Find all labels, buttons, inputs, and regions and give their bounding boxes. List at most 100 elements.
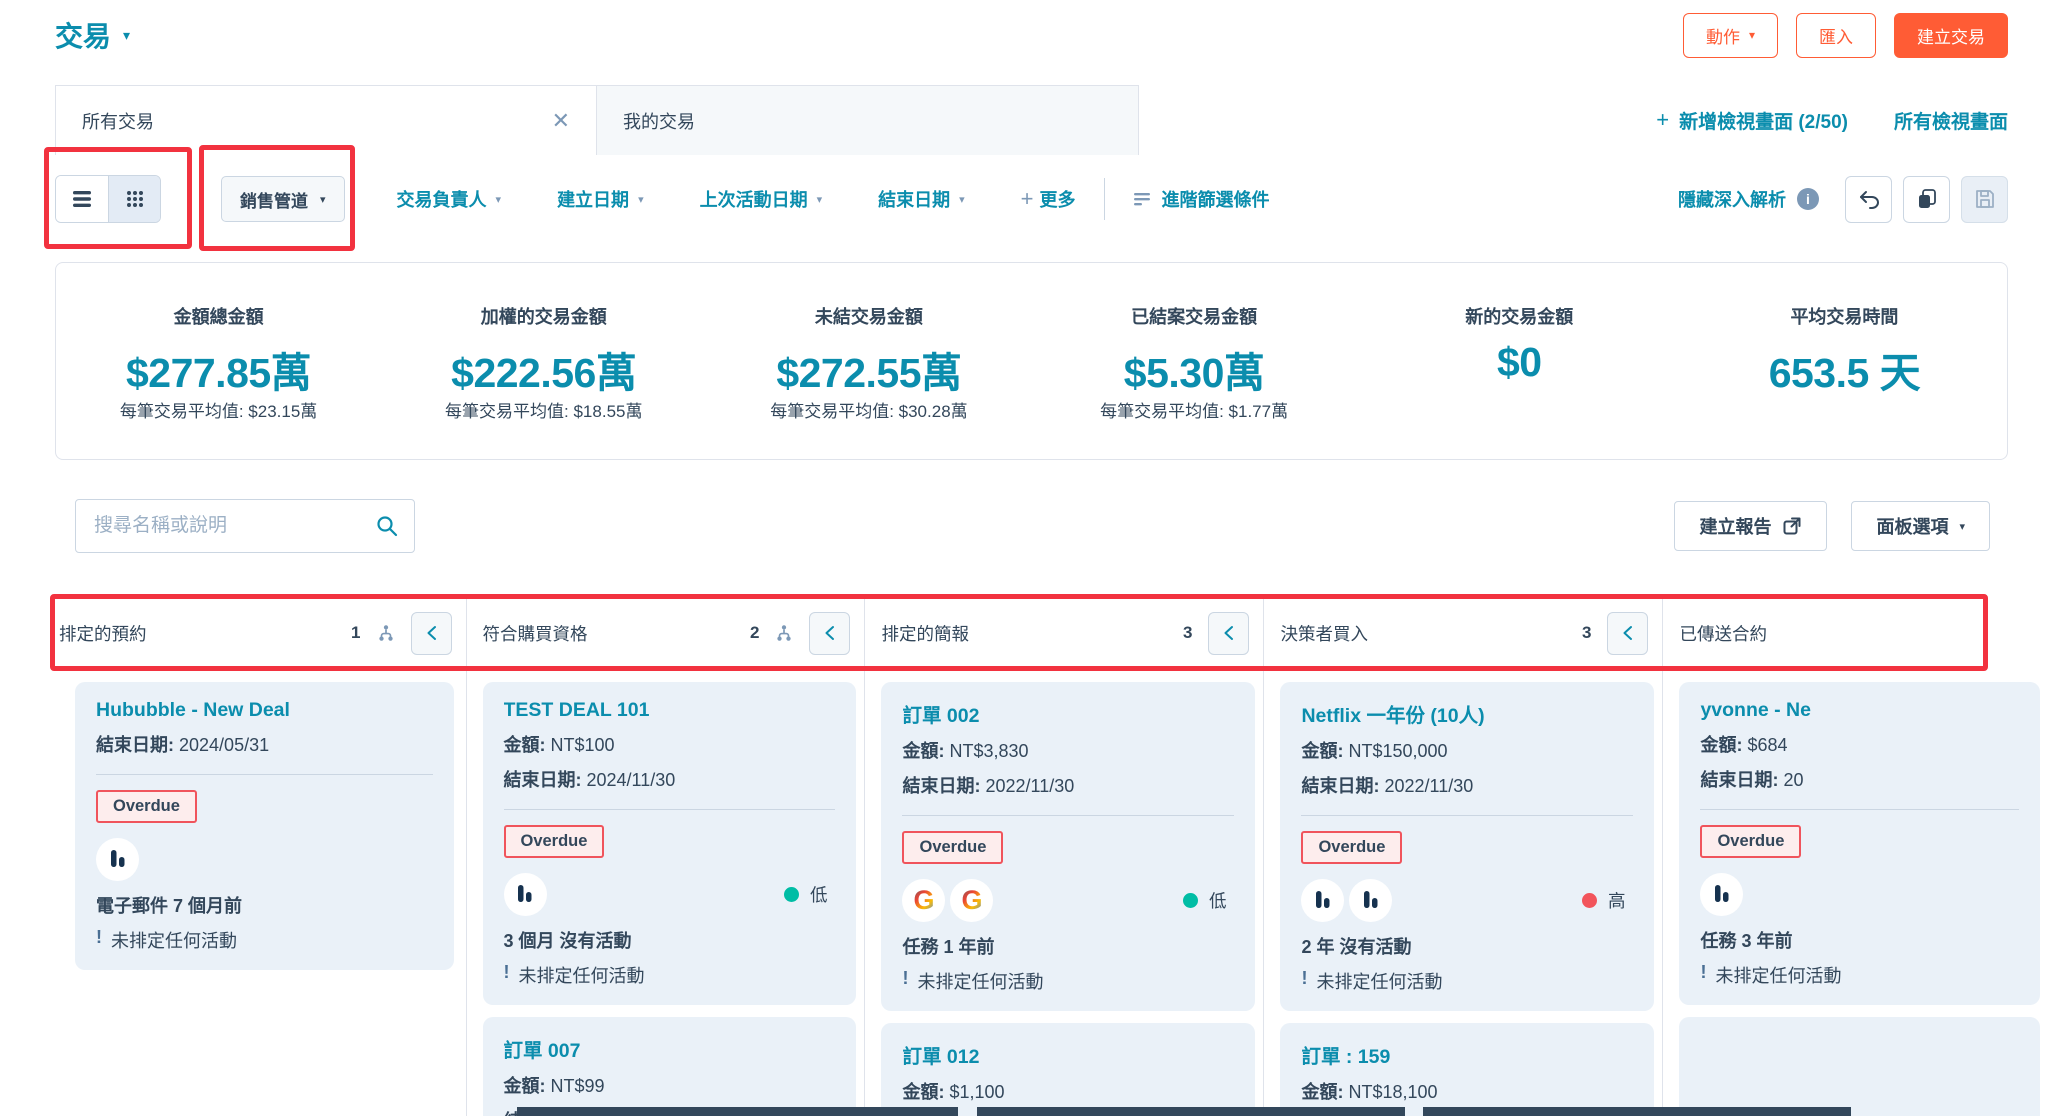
priority-badge: 高 [1582,888,1634,913]
view-links: + 新增檢視畫面 (2/50) 所有檢視畫面 [1656,85,2008,155]
priority-label: 高 [1608,888,1626,913]
stat-value: $272.55萬 [706,339,1031,387]
last-activity: 電子郵件 7 個月前 [96,892,433,918]
deal-card[interactable]: 訂單 : 159 金額: NT$18,100 結束日期: 2022/10/31 [1280,1023,1654,1116]
deal-card[interactable]: Netflix 一年份 (10人) 金額: NT$150,000 結束日期: 2… [1280,682,1654,1011]
priority-label: 低 [810,882,828,907]
priority-high-dot [1582,893,1597,908]
tab-all-deals[interactable]: 所有交易 ✕ [55,85,597,155]
search-box [75,499,415,553]
deal-card[interactable]: 訂單 007 金額: NT$99 結束日期: 2021/12/31 [483,1017,857,1116]
stage-column-presentation-scheduled: 排定的簡報 3 訂單 002 金額: NT$3,830 結束日期: 2022/1… [865,598,1264,1116]
clipped-content-edge [977,1107,1405,1116]
avatar-row [96,837,433,881]
warning-icon: ! [1301,968,1307,994]
grid-icon [125,189,145,209]
hububble-avatar[interactable] [1349,879,1392,922]
warning-icon: ! [1700,962,1706,988]
create-deal-button[interactable]: 建立交易 [1894,13,2008,58]
stat-total-amount: 金額總金額 $277.85萬 每筆交易平均值: $23.15萬 [56,303,381,419]
plus-icon: + [1656,107,1669,133]
deal-card-partial[interactable] [1679,1017,2040,1116]
no-activity-warning: ! 未排定任何活動 [96,927,433,953]
pipeline-select[interactable]: 銷售管道 ▾ [221,176,345,222]
board-right-buttons: 建立報告 面板選項 ▾ [1674,501,1990,551]
stat-weighted-amount: 加權的交易金額 $222.56萬 每筆交易平均值: $18.55萬 [381,303,706,419]
board-options-label: 面板選項 [1876,513,1948,539]
overdue-badge: Overdue [96,790,197,823]
filter-last-activity-date[interactable]: 上次活動日期 ▾ [700,186,823,212]
deal-card[interactable]: yvonne - Ne 金額: $684 結束日期: 20 Overdue 任務… [1679,682,2040,1005]
deal-amount: 金額: $684 [1700,731,2019,757]
card-divider [96,774,433,775]
no-activity-warning: ! 未排定任何活動 [1301,968,1633,994]
filter-lines-icon [1133,192,1151,206]
column-header: 決策者買入 3 [1264,598,1662,668]
collapse-column-button[interactable] [411,612,452,655]
stat-label: 平均交易時間 [1682,303,2007,327]
add-view-link[interactable]: + 新增檢視畫面 (2/50) [1656,107,1848,134]
deal-title[interactable]: 訂單 002 [902,699,1234,728]
hububble-avatar[interactable] [96,838,139,881]
stage-column-contract-sent: 已傳送合約 yvonne - Ne 金額: $684 結束日期: 20 Over… [1663,598,2048,1116]
deal-close-date: 結束日期: 2022/11/30 [1301,772,1633,798]
create-report-button[interactable]: 建立報告 [1674,501,1827,551]
all-views-link[interactable]: 所有檢視畫面 [1894,107,2008,134]
collapse-column-button[interactable] [1607,612,1648,655]
stat-sub: 每筆交易平均值: $1.77萬 [1032,397,1357,419]
deal-card[interactable]: 訂單 002 金額: NT$3,830 結束日期: 2022/11/30 Ove… [881,682,1255,1011]
hide-insights-link[interactable]: 隱藏深入解析 [1678,186,1786,212]
deal-title[interactable]: TEST DEAL 101 [504,699,836,722]
hububble-avatar[interactable] [504,873,547,916]
board-options-button[interactable]: 面板選項 ▾ [1851,501,1990,551]
save-button[interactable] [1961,176,2008,223]
collapse-column-button[interactable] [809,612,850,655]
view-tabs: 所有交易 ✕ 我的交易 + 新增檢視畫面 (2/50) 所有檢視畫面 [55,85,2008,155]
stat-sub: 每筆交易平均值: $30.28萬 [706,397,1031,419]
list-view-button[interactable] [56,176,108,222]
deal-title[interactable]: 訂單 007 [504,1034,836,1063]
no-activity-warning: ! 未排定任何活動 [902,968,1234,994]
deal-card[interactable]: TEST DEAL 101 金額: NT$100 結束日期: 2024/11/3… [483,682,857,1005]
no-activity-warning: ! 未排定任何活動 [504,962,836,988]
plus-icon: + [1021,186,1034,212]
deal-card[interactable]: 訂單 012 金額: $1,100 3 年 沒有活動 [881,1023,1255,1116]
import-button[interactable]: 匯入 [1796,13,1876,58]
deal-card[interactable]: Hububble - New Deal 結束日期: 2024/05/31 Ove… [75,682,454,970]
external-link-icon [1782,516,1802,536]
pipeline-select-label: 銷售管道 [240,187,308,212]
search-input[interactable] [75,499,415,553]
deal-title[interactable]: 訂單 012 [902,1040,1234,1069]
actions-button[interactable]: 動作 ▾ [1683,13,1778,58]
hububble-avatar[interactable] [1700,873,1743,916]
close-icon[interactable]: ✕ [552,110,570,132]
undo-button[interactable] [1845,176,1892,223]
deal-title[interactable]: Netflix 一年份 (10人) [1301,699,1633,728]
list-icon [72,190,92,208]
card-divider [1301,815,1633,816]
google-avatar[interactable]: G [950,879,993,922]
quick-filters: 交易負責人 ▾ 建立日期 ▾ 上次活動日期 ▾ 結束日期 ▾ [397,186,965,212]
hububble-avatar[interactable] [1301,879,1344,922]
deal-title[interactable]: Hububble - New Deal [96,699,433,722]
deal-title[interactable]: 訂單 : 159 [1301,1040,1633,1069]
more-filters-link[interactable]: + 更多 [1021,186,1076,212]
deals-board-page: 交易 ▾ 動作 ▾ 匯入 建立交易 所有交易 ✕ 我的交易 + 新增檢視 [0,0,2048,1116]
filter-close-date[interactable]: 結束日期 ▾ [878,186,965,212]
board-view-button[interactable] [108,176,160,222]
stage-column-decision-maker-bought-in: 決策者買入 3 Netflix 一年份 (10人) 金額: NT$150,000… [1264,598,1663,1116]
filter-deal-owner[interactable]: 交易負責人 ▾ [397,186,502,212]
chevron-down-icon: ▾ [959,193,965,206]
advanced-filters-link[interactable]: 進階篩選條件 [1133,186,1270,212]
clone-button[interactable] [1903,176,1950,223]
collapse-column-button[interactable] [1208,612,1249,655]
filter-create-date[interactable]: 建立日期 ▾ [557,186,644,212]
google-avatar[interactable]: G [902,879,945,922]
deal-title[interactable]: yvonne - Ne [1700,699,2019,722]
tab-my-deals[interactable]: 我的交易 [597,85,1139,155]
column-header: 已傳送合約 [1663,598,2048,668]
info-icon[interactable]: i [1797,188,1819,210]
import-button-label: 匯入 [1819,23,1853,48]
page-title-caret-icon[interactable]: ▾ [123,27,130,44]
tab-all-deals-label: 所有交易 [82,108,154,134]
